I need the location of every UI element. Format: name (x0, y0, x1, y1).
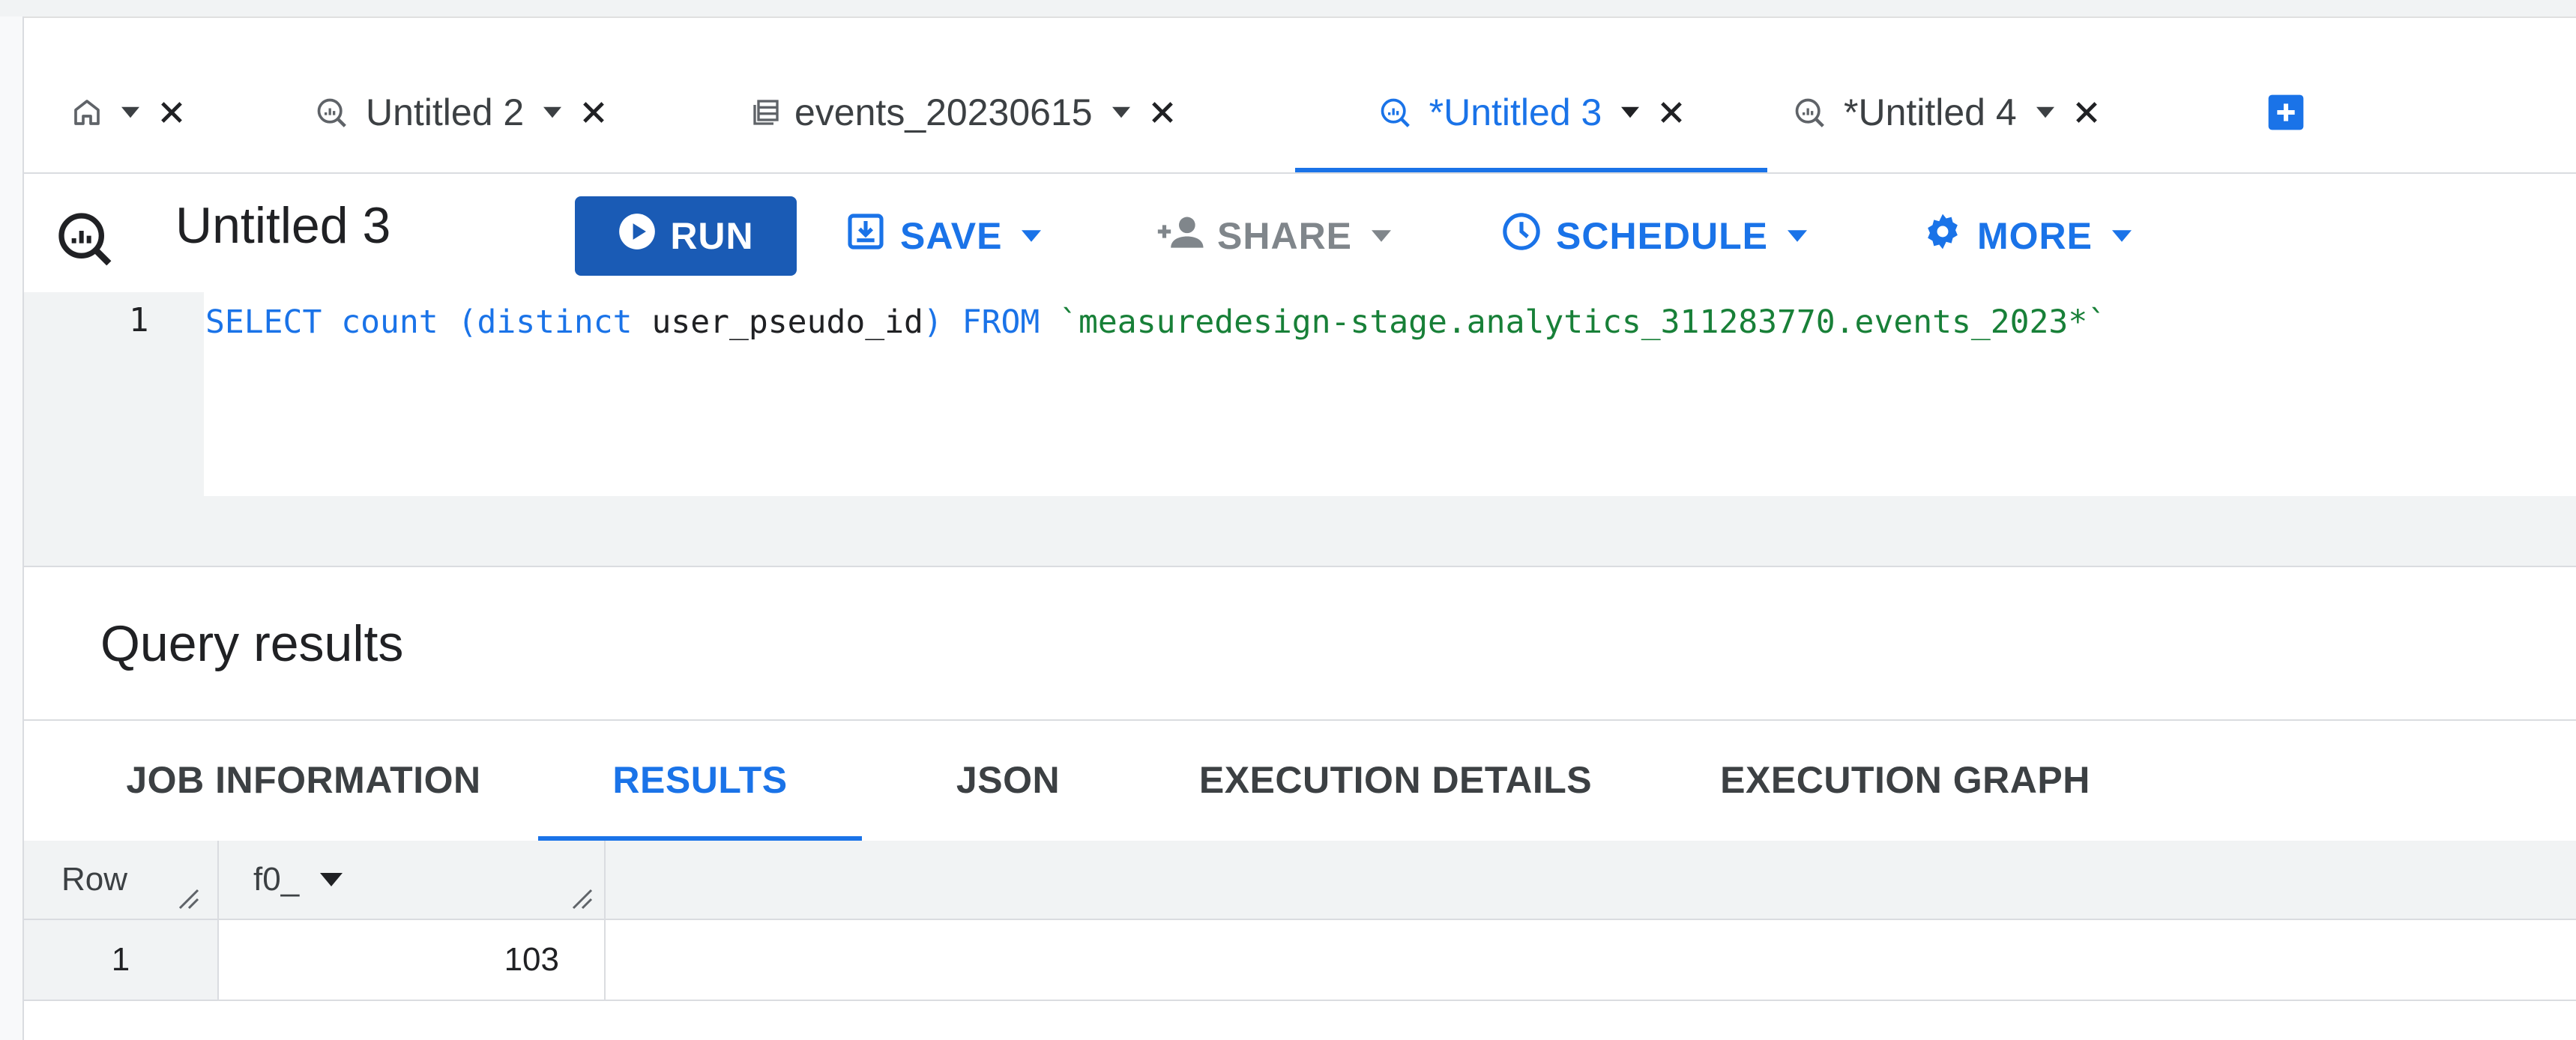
column-divider (217, 841, 219, 919)
run-label: RUN (670, 215, 754, 257)
column-divider (604, 920, 606, 1000)
more-button[interactable]: MORE (1922, 196, 2132, 276)
tab-untitled-2[interactable]: Untitled 2 (315, 55, 606, 169)
tab-label: Untitled 2 (366, 91, 525, 133)
table-row: 1 103 (24, 920, 2576, 1001)
tab-execution-details[interactable]: EXECUTION DETAILS (1178, 721, 1613, 839)
tab-results[interactable]: RESULTS (538, 721, 862, 841)
schedule-button[interactable]: SCHEDULE (1500, 196, 1808, 276)
tab-events-table[interactable]: events_20230615 (751, 55, 1175, 169)
sql-editor[interactable]: 1 SELECT count (distinct user_pseudo_id)… (24, 292, 2576, 567)
window-top-strip (0, 0, 2576, 18)
results-tab-bar: JOB INFORMATION RESULTS JSON EXECUTION D… (24, 719, 2576, 842)
chevron-down-icon[interactable] (2036, 106, 2054, 118)
table-icon (751, 97, 781, 127)
tab-label: *Untitled 3 (1429, 91, 1602, 133)
tab-untitled-4[interactable]: *Untitled 4 (1793, 55, 2099, 169)
paren-open: ( (438, 303, 477, 341)
results-table: Row f0_ 1 103 (24, 841, 2576, 1004)
sql-code-line[interactable]: SELECT count (distinct user_pseudo_id) F… (205, 300, 2107, 345)
column-header-row: Row (61, 861, 128, 898)
column-divider (604, 841, 606, 919)
close-icon[interactable] (1659, 100, 1684, 125)
chevron-down-icon[interactable] (1111, 106, 1130, 118)
resize-handle-icon[interactable] (571, 888, 594, 914)
add-tab-button[interactable] (2265, 55, 2307, 169)
table-header: Row f0_ (24, 841, 2576, 920)
chevron-down-icon[interactable] (320, 873, 343, 886)
chevron-down-icon[interactable] (1621, 106, 1640, 118)
cell-value: 103 (504, 941, 559, 978)
keyword-distinct: distinct (477, 303, 633, 341)
play-icon (618, 212, 657, 260)
chevron-down-icon (1022, 230, 1042, 242)
home-icon (72, 97, 102, 127)
share-button[interactable]: SHARE (1154, 196, 1392, 276)
run-button[interactable]: RUN (575, 196, 797, 276)
tab-home[interactable] (72, 55, 184, 169)
query-icon (315, 96, 348, 129)
tab-label: events_20230615 (794, 91, 1093, 133)
add-tab-icon (2265, 91, 2307, 133)
schedule-label: SCHEDULE (1556, 215, 1769, 257)
close-icon[interactable] (1150, 100, 1175, 125)
close-icon[interactable] (159, 100, 184, 125)
add-person-icon (1154, 212, 1204, 260)
close-icon[interactable] (2074, 100, 2099, 125)
clock-icon (1500, 211, 1542, 261)
save-label: SAVE (900, 215, 1003, 257)
save-button[interactable]: SAVE (845, 196, 1042, 276)
row-number-cell: 1 (24, 920, 217, 1000)
paren-close: ) (923, 303, 943, 341)
keyword-select: SELECT (205, 303, 322, 341)
column-header-label: f0_ (253, 861, 300, 898)
chevron-down-icon[interactable] (543, 106, 562, 118)
tab-execution-graph[interactable]: EXECUTION GRAPH (1703, 721, 2108, 839)
query-icon (54, 208, 114, 272)
left-edge-panel (0, 16, 24, 1040)
editor-tab-bar: Untitled 2 events_20230615 *Untitled 3 *… (24, 55, 2576, 174)
chevron-down-icon (2112, 230, 2132, 242)
tab-job-information[interactable]: JOB INFORMATION (99, 721, 508, 839)
close-icon[interactable] (581, 100, 606, 125)
gear-icon (1922, 211, 1964, 261)
tab-json[interactable]: JSON (923, 721, 1093, 839)
column-header-f0[interactable]: f0_ (253, 841, 343, 919)
save-icon (845, 211, 887, 261)
table-reference: `measuredesign-stage.analytics_311283770… (1040, 303, 2108, 341)
query-icon (1378, 96, 1411, 129)
results-title: Query results (100, 615, 404, 672)
more-label: MORE (1977, 215, 2093, 257)
share-label: SHARE (1217, 215, 1353, 257)
function-count: count (341, 303, 438, 341)
tab-label: *Untitled 4 (1844, 91, 2017, 133)
line-number: 1 (129, 301, 149, 339)
query-icon (1793, 96, 1826, 129)
query-toolbar: Untitled 3 RUN SAVE SHARE SCHEDULE MORE (24, 174, 2576, 292)
tab-untitled-3[interactable]: *Untitled 3 (1295, 55, 1767, 172)
chevron-down-icon (1372, 230, 1392, 242)
result-value-cell[interactable]: 103 (219, 920, 604, 1000)
query-title: Untitled 3 (175, 197, 391, 254)
resize-handle-icon[interactable] (178, 888, 200, 914)
chevron-down-icon (1788, 230, 1808, 242)
keyword-from: FROM (942, 303, 1040, 341)
column-name: user_pseudo_id (632, 303, 923, 341)
chevron-down-icon[interactable] (121, 106, 139, 118)
